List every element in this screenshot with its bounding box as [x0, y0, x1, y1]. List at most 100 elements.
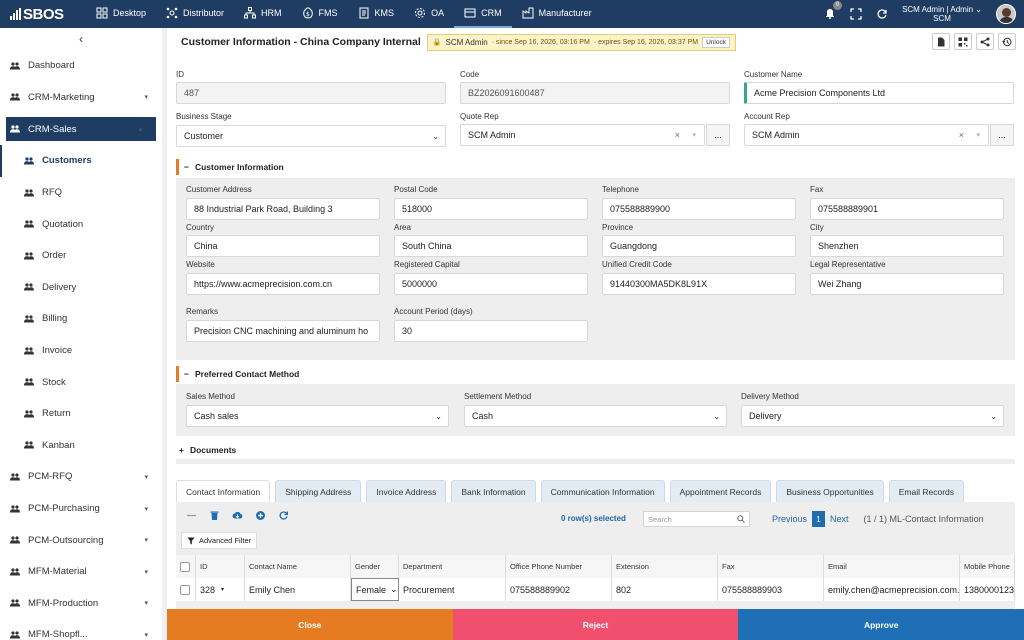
column-header[interactable]: Gender — [351, 555, 399, 578]
sidebar-item-order[interactable]: Order — [0, 240, 162, 272]
app-logo[interactable]: SBOS — [0, 6, 86, 23]
tab-invoice-address[interactable]: Invoice Address — [366, 480, 447, 502]
country-field[interactable]: China — [186, 235, 380, 257]
nav-hrm[interactable]: HRM — [234, 0, 292, 28]
refresh-icon[interactable] — [278, 510, 289, 521]
sidebar-item-crm-marketing[interactable]: CRM-Marketing ▾ — [0, 82, 162, 114]
column-header[interactable]: ID — [196, 555, 245, 578]
credit-code-field[interactable]: 91440300MA5DK8L91X — [602, 273, 796, 295]
customer-info-section-header[interactable]: − Customer Information — [176, 159, 284, 175]
sidebar-item-billing[interactable]: Billing — [0, 303, 162, 335]
website-field[interactable]: https://www.acmeprecision.com.cn — [186, 273, 380, 295]
contact-method-section-header[interactable]: − Preferred Contact Method — [176, 366, 299, 382]
column-header[interactable]: Office Phone Number — [506, 555, 612, 578]
account-period-field[interactable]: 30 — [394, 320, 588, 342]
row-checkbox[interactable] — [180, 584, 190, 595]
sales-method-select[interactable]: Cash sales ⌄ — [186, 405, 449, 427]
sidebar-item-mfm-material[interactable]: MFM-Material ▾ — [0, 556, 162, 588]
history-button[interactable] — [998, 33, 1016, 50]
column-header[interactable]: Contact Name — [245, 555, 351, 578]
settlement-method-select[interactable]: Cash ⌄ — [464, 405, 727, 427]
sidebar-item-mfm-production[interactable]: MFM-Production ▾ — [0, 588, 162, 620]
select-all-checkbox[interactable] — [180, 561, 190, 572]
column-header[interactable]: Mobile Phone — [960, 555, 1015, 578]
refresh-icon[interactable] — [876, 8, 888, 20]
nav-manufacturer[interactable]: Manufacturer — [512, 0, 602, 28]
export-button[interactable] — [932, 33, 950, 50]
customer-name-field[interactable]: Acme Precision Components Ltd — [744, 82, 1014, 104]
previous-page-button[interactable]: Previous — [772, 514, 807, 524]
minus-icon[interactable] — [186, 510, 197, 521]
sidebar-item-stock[interactable]: Stock — [0, 366, 162, 398]
reject-button[interactable]: Reject — [452, 609, 739, 640]
tab-communication-information[interactable]: Communication Information — [540, 480, 665, 502]
postal-code-field[interactable]: 518000 — [394, 198, 588, 220]
close-button[interactable]: Close — [167, 609, 453, 640]
documents-section-header[interactable]: + Documents — [176, 442, 236, 458]
advanced-filter-button[interactable]: Advanced Filter — [181, 532, 258, 549]
tab-email-records[interactable]: Email Records — [888, 480, 965, 502]
clear-icon[interactable]: × — [959, 130, 964, 140]
sidebar-item-return[interactable]: Return — [0, 398, 162, 430]
customer-address-field[interactable]: 88 Industrial Park Road, Building 3 — [186, 198, 380, 220]
account-rep-picker-button[interactable]: ... — [990, 124, 1014, 146]
sidebar-item-crm-sales[interactable]: CRM-Sales ▴ — [6, 117, 156, 142]
tab-bank-information[interactable]: Bank Information — [451, 480, 536, 502]
delivery-method-select[interactable]: Delivery ⌄ — [741, 405, 1004, 427]
sidebar-item-delivery[interactable]: Delivery — [0, 272, 162, 304]
row-expand-icon[interactable]: ▾ — [221, 586, 224, 593]
notifications-button[interactable]: 0 — [824, 1, 843, 21]
chevron-left-icon[interactable]: ‹ — [0, 28, 162, 50]
sidebar-item-dashboard[interactable]: Dashboard — [0, 50, 162, 82]
telephone-field[interactable]: 075588889900 — [602, 198, 796, 220]
share-button[interactable] — [976, 33, 994, 50]
code-field[interactable]: BZ2026091600487 — [460, 82, 730, 104]
registered-capital-field[interactable]: 5000000 — [394, 273, 588, 295]
remarks-field[interactable]: Precision CNC machining and aluminum ho — [186, 320, 380, 342]
nav-fms[interactable]: $ FMS — [292, 0, 348, 28]
sidebar-item-pcm-outsourcing[interactable]: PCM-Outsourcing ▾ — [0, 524, 162, 556]
table-row[interactable]: 328 ▾ Emily Chen Female ⌄ Procurement 0755888… — [176, 578, 1015, 601]
province-field[interactable]: Guangdong — [602, 235, 796, 257]
clear-icon[interactable]: × — [675, 130, 680, 140]
next-page-button[interactable]: Next — [830, 514, 849, 524]
fax-field[interactable]: 075588889901 — [810, 198, 1004, 220]
avatar[interactable] — [996, 4, 1016, 24]
unlock-button[interactable]: Unlock — [702, 36, 730, 48]
business-stage-select[interactable]: Customer ⌄ — [176, 125, 446, 147]
tab-appointment-records[interactable]: Appointment Records — [669, 480, 772, 502]
quote-rep-picker-button[interactable]: ... — [706, 124, 730, 146]
table-cell[interactable]: Female ⌄ — [351, 578, 399, 601]
sidebar-item-kanban[interactable]: Kanban — [0, 430, 162, 462]
qrcode-button[interactable] — [954, 33, 972, 50]
tab-contact-information[interactable]: Contact Information — [176, 480, 271, 502]
sidebar-item-pcm-purchasing[interactable]: PCM-Purchasing ▾ — [0, 493, 162, 525]
sidebar-item-customers[interactable]: Customers — [0, 145, 162, 177]
area-field[interactable]: South China — [394, 235, 588, 257]
sidebar-item-pcm-rfq[interactable]: PCM-RFQ ▾ — [0, 461, 162, 493]
column-header[interactable]: Department — [399, 555, 506, 578]
column-header[interactable]: Extension — [612, 555, 718, 578]
approve-button[interactable]: Approve — [738, 609, 1024, 640]
legal-rep-field[interactable]: Wei Zhang — [810, 273, 1004, 295]
page-number-button[interactable]: 1 — [812, 511, 826, 527]
nav-desktop[interactable]: Desktop — [86, 0, 156, 28]
trash-icon[interactable] — [209, 510, 220, 521]
cloud-download-icon[interactable] — [232, 510, 243, 521]
nav-kms[interactable]: KMS — [348, 0, 405, 28]
tab-business-opportunities[interactable]: Business Opportunities — [776, 480, 884, 502]
sidebar-item-quotation[interactable]: Quotation — [0, 208, 162, 240]
user-menu[interactable]: SCM Admin | Admin ⌄ SCM — [902, 5, 982, 23]
nav-distributor[interactable]: Distributor — [156, 0, 234, 28]
quote-rep-select[interactable]: SCM Admin × ▾ — [460, 124, 705, 146]
sidebar-item-rfq[interactable]: RFQ — [0, 177, 162, 209]
nav-crm[interactable]: CRM — [454, 0, 512, 28]
sidebar-item-invoice[interactable]: Invoice — [0, 335, 162, 367]
column-header[interactable]: Fax — [718, 555, 824, 578]
account-rep-select[interactable]: SCM Admin × ▾ — [744, 124, 989, 146]
tab-shipping-address[interactable]: Shipping Address — [275, 480, 362, 502]
sidebar-item-mfm-shopfl[interactable]: MFM-Shopfl... ▾ — [0, 619, 162, 640]
add-icon[interactable] — [255, 510, 266, 521]
fullscreen-icon[interactable] — [850, 8, 862, 20]
column-header[interactable]: Email — [824, 555, 960, 578]
